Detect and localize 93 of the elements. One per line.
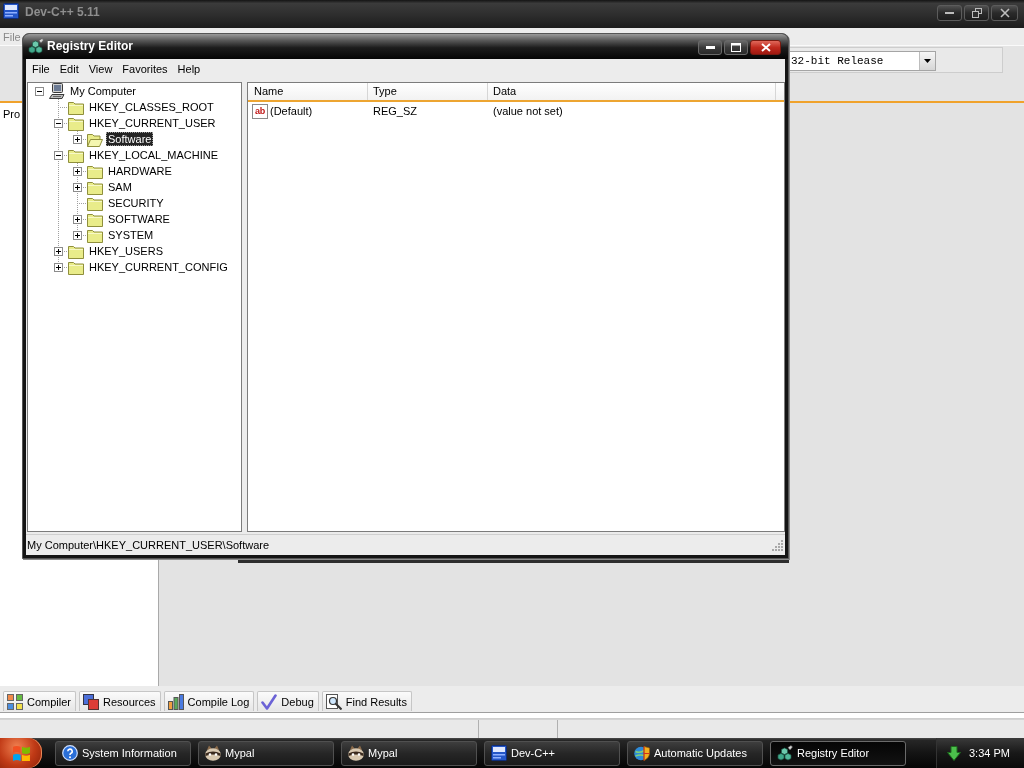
computer-icon <box>49 83 65 99</box>
squares-icon <box>83 693 99 710</box>
expand-toggle[interactable] <box>73 182 82 192</box>
folder-icon <box>87 227 103 243</box>
help-icon <box>62 745 78 761</box>
tree-item[interactable]: HKEY_USERS <box>87 244 165 258</box>
config-dropdown[interactable]: 32-bit Release <box>789 51 936 71</box>
expand-toggle[interactable] <box>73 166 82 176</box>
column-header[interactable]: Name <box>248 83 368 100</box>
column-header[interactable]: Data <box>488 83 776 100</box>
folder-icon <box>68 259 84 275</box>
folder-icon <box>87 211 103 227</box>
folder-icon <box>87 195 103 211</box>
collapse-toggle[interactable] <box>35 86 44 96</box>
taskbar-button[interactable]: Registry Editor <box>770 740 906 766</box>
taskbar-button[interactable]: Dev-C++ <box>484 740 620 766</box>
column-header[interactable]: Type <box>368 83 488 100</box>
expand-toggle[interactable] <box>73 134 82 144</box>
tree-item[interactable]: HKEY_CLASSES_ROOT <box>87 100 216 114</box>
tree-item[interactable]: HARDWARE <box>106 164 174 178</box>
restore-icon <box>971 8 982 18</box>
minimize-icon <box>705 46 715 49</box>
collapse-toggle[interactable] <box>54 118 63 128</box>
expand-toggle[interactable] <box>54 246 63 256</box>
window-title: Dev-C++ 5.11 <box>25 5 100 19</box>
caret-icon <box>924 59 931 63</box>
flag-logo-icon <box>12 745 30 761</box>
folder-icon <box>87 163 103 179</box>
table-cell-text: (value not set) <box>492 104 563 118</box>
tab[interactable]: Compiler <box>3 691 76 711</box>
taskbar-button[interactable]: Mypal <box>341 740 477 766</box>
folder-icon <box>87 179 103 195</box>
menu-item[interactable]: Edit <box>54 61 84 77</box>
taskbar-button[interactable]: System Information <box>55 740 191 766</box>
clock: 3:34 PM <box>969 747 1010 759</box>
app-icon <box>491 745 507 761</box>
tree-item[interactable]: HKEY_LOCAL_MACHINE <box>87 148 220 162</box>
globe-icon <box>634 745 650 761</box>
tree-item[interactable]: HKEY_CURRENT_USER <box>87 116 218 130</box>
cubes-icon <box>777 745 793 761</box>
folder-icon <box>68 243 84 259</box>
tree-item[interactable]: My Computer <box>68 84 139 98</box>
tab[interactable]: Compile Log <box>163 691 255 711</box>
menu-item[interactable]: Help <box>172 61 206 77</box>
menu-item[interactable]: File <box>27 61 55 77</box>
tree-item[interactable]: HKEY_CURRENT_CONFIG <box>87 260 230 274</box>
table-cell-text: REG_SZ <box>372 104 418 118</box>
expand-toggle[interactable] <box>54 262 63 272</box>
animal-icon <box>205 745 221 761</box>
menu-item[interactable]: View <box>83 61 118 77</box>
folder-icon <box>68 147 84 163</box>
tree-item[interactable]: SYSTEM <box>106 228 156 242</box>
folder-icon <box>68 99 84 115</box>
grid-icon <box>7 693 23 710</box>
animal-icon <box>348 745 364 761</box>
arrow-icon[interactable] <box>947 745 961 761</box>
resize-grip-icon <box>772 539 783 551</box>
close-icon <box>760 43 771 52</box>
status-text: My Computer\HKEY_CURRENT_USER\Software <box>27 539 271 551</box>
tab[interactable]: Resources <box>79 691 161 711</box>
maximize-button[interactable] <box>724 40 748 55</box>
tree-item[interactable]: Software <box>106 132 154 146</box>
folder-icon <box>68 115 84 131</box>
minimize-button[interactable] <box>698 40 722 55</box>
string-value-icon: ab <box>252 103 268 119</box>
expand-toggle[interactable] <box>73 214 82 224</box>
expand-toggle[interactable] <box>73 230 82 240</box>
close-button[interactable] <box>991 5 1018 21</box>
panel-tab[interactable]: Pro <box>3 107 21 121</box>
start-button[interactable] <box>0 738 42 768</box>
tree-item[interactable]: SOFTWARE <box>106 212 172 226</box>
cubes-icon <box>28 38 44 54</box>
search-icon <box>325 693 342 710</box>
close-icon <box>999 8 1010 18</box>
taskbar-button[interactable]: Automatic Updates <box>627 740 763 766</box>
bar-chart-icon <box>167 693 184 710</box>
app-icon <box>3 3 19 19</box>
tree-item[interactable]: SECURITY <box>106 196 166 210</box>
tab[interactable]: Find Results <box>321 691 412 711</box>
window-title: Registry Editor <box>47 38 133 54</box>
menu-item[interactable]: Favorites <box>117 61 173 77</box>
check-icon <box>261 693 278 710</box>
open-folder-icon <box>87 131 103 147</box>
taskbar-button[interactable]: Mypal <box>198 740 334 766</box>
close-button[interactable] <box>750 40 781 55</box>
minimize-button[interactable] <box>937 5 962 21</box>
tree-item[interactable]: SAM <box>106 180 134 194</box>
table-cell[interactable]: (Default) <box>269 104 314 118</box>
collapse-toggle[interactable] <box>54 150 63 160</box>
minimize-icon <box>945 12 954 14</box>
restore-button[interactable] <box>964 5 989 21</box>
tab[interactable]: Debug <box>257 691 319 711</box>
maximize-icon <box>731 43 741 52</box>
